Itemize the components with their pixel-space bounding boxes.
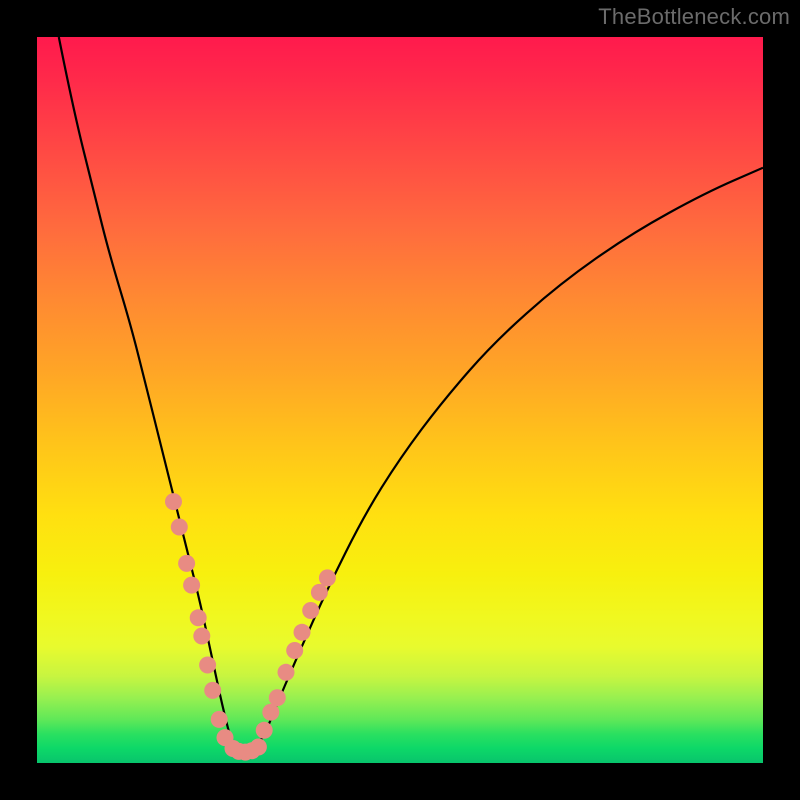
curve-marker: [190, 609, 207, 626]
chart-stage: TheBottleneck.com: [0, 0, 800, 800]
curve-marker: [262, 704, 279, 721]
chart-svg: [37, 37, 763, 763]
chart-plot-area: [37, 37, 763, 763]
curve-marker: [294, 624, 311, 641]
curve-marker: [183, 577, 200, 594]
curve-layer: [59, 37, 763, 751]
watermark-text: TheBottleneck.com: [598, 4, 790, 30]
bottleneck-curve: [59, 37, 763, 751]
curve-marker: [269, 689, 286, 706]
curve-marker: [278, 664, 295, 681]
curve-marker: [250, 739, 267, 756]
curve-marker: [319, 569, 336, 586]
curve-marker: [286, 642, 303, 659]
curve-marker: [193, 628, 210, 645]
curve-marker: [302, 602, 319, 619]
curve-marker: [311, 584, 328, 601]
curve-marker: [211, 711, 228, 728]
curve-marker: [178, 555, 195, 572]
curve-marker: [165, 493, 182, 510]
curve-marker: [204, 682, 221, 699]
curve-marker: [256, 722, 273, 739]
curve-marker: [199, 657, 216, 674]
curve-marker: [171, 519, 188, 536]
